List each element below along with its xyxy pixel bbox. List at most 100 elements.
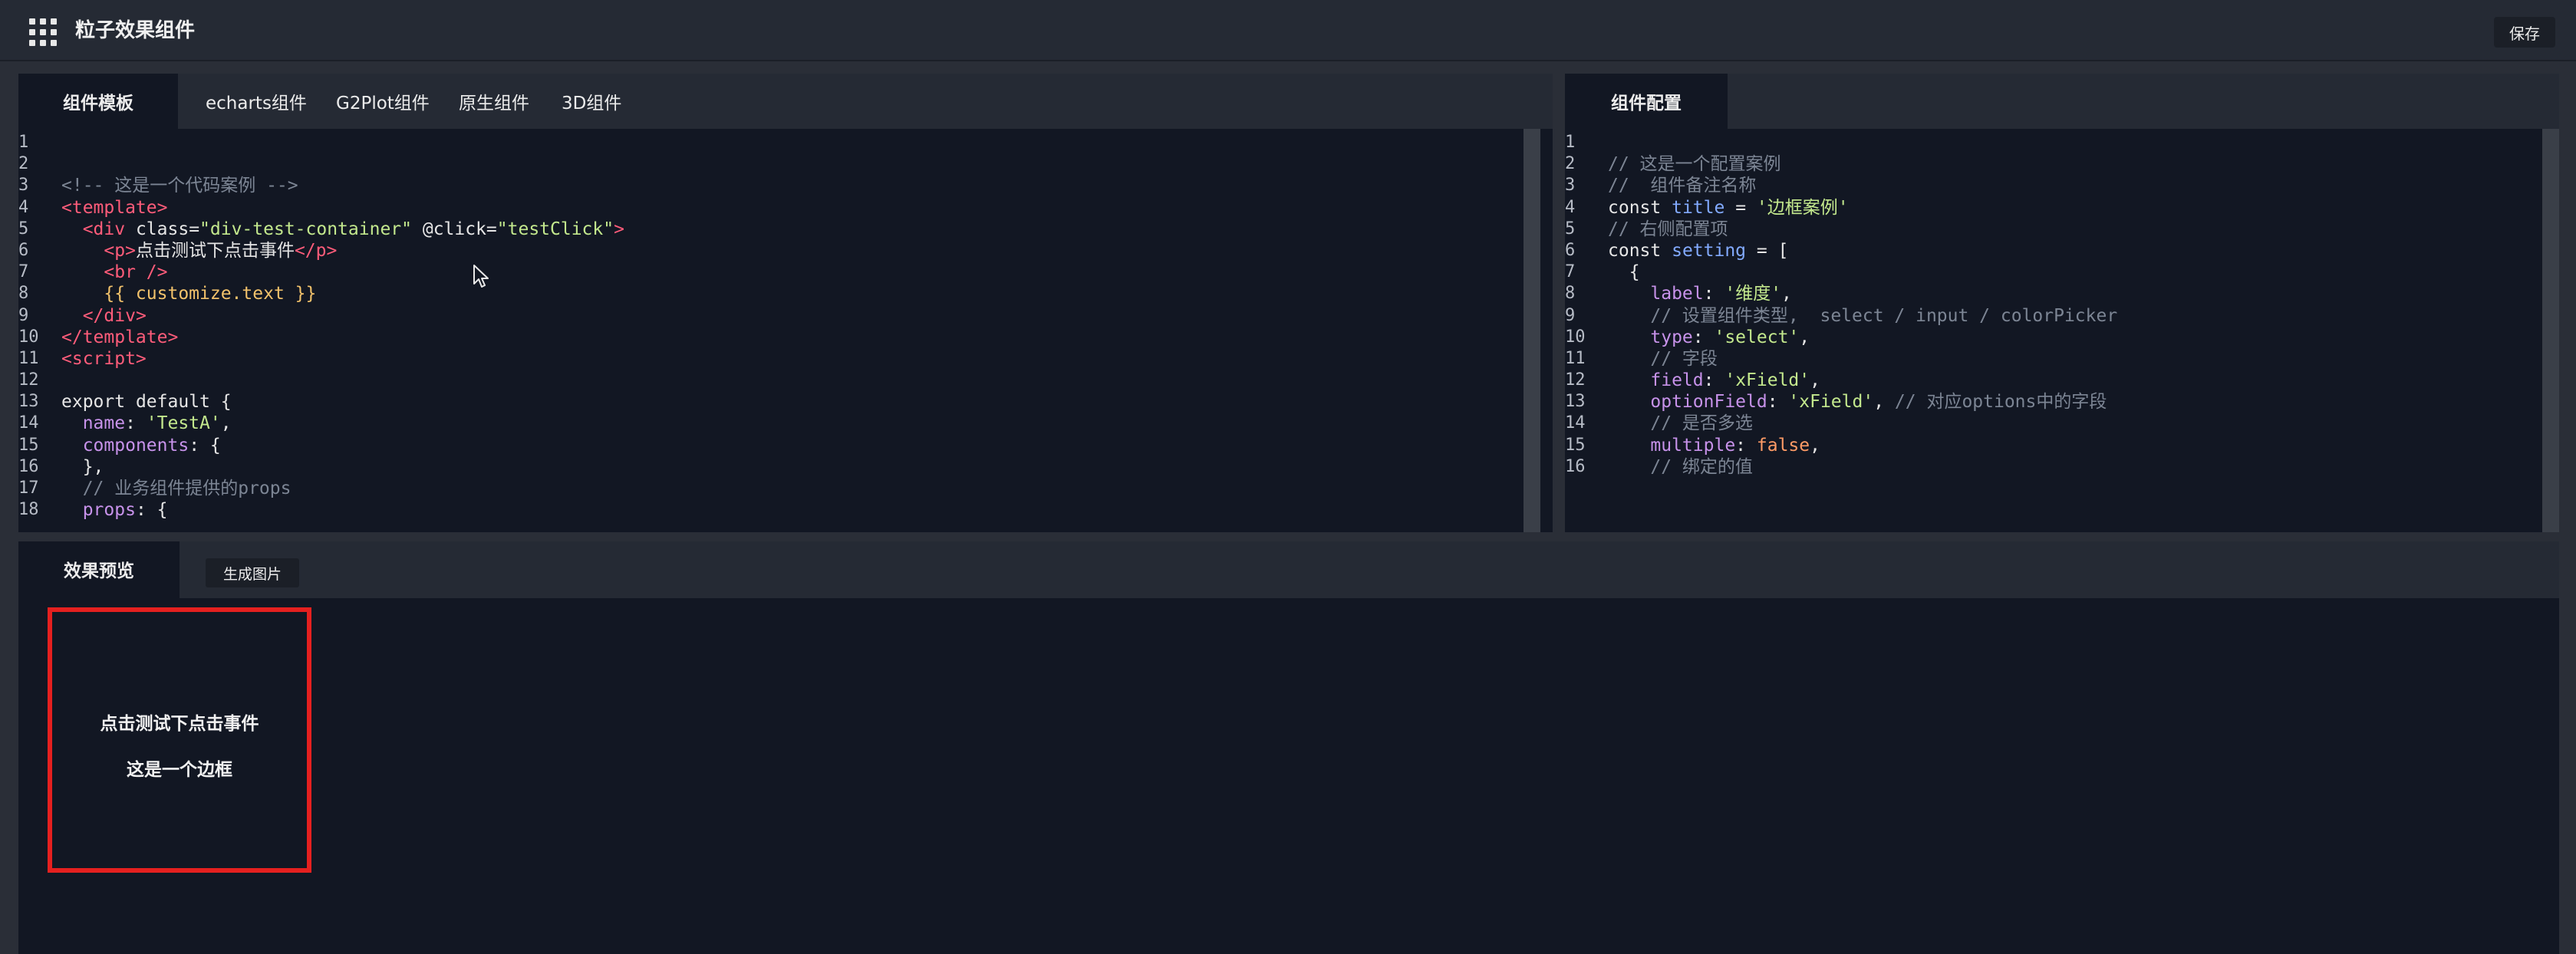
config-code-line[interactable]: 9 // 设置组件类型, select / input / colorPicke… xyxy=(1565,305,2528,327)
template-line-text: <br /> xyxy=(104,262,168,283)
template-editor-scrollbar[interactable] xyxy=(1524,129,1540,532)
config-editor-panel: 组件配置 1 2// 这是一个配置案例 3 // 组件备注名称 4 const title… xyxy=(1565,74,2559,532)
template-code-line[interactable]: 8 {{ customize.text }} xyxy=(18,283,1522,304)
config-line-number: 8 xyxy=(1565,284,1576,304)
config-line-text: field: 'xField', xyxy=(1650,370,1820,391)
config-line-number: 1 xyxy=(1565,133,1576,152)
config-code-line[interactable]: 2 // 这是一个配置案例 xyxy=(1565,153,2528,175)
config-line-text: // 组件备注名称 xyxy=(1608,176,1757,196)
template-code-line[interactable]: 14 name: 'TestA', xyxy=(18,413,1522,434)
mouse-cursor-icon xyxy=(473,265,489,288)
config-code-line[interactable]: 7 { xyxy=(1565,262,2528,283)
template-code-line[interactable]: 11 <script> xyxy=(18,348,1522,370)
tab-component-config[interactable]: 组件配置 xyxy=(1565,74,1728,129)
config-code-line[interactable]: 15 multiple: false, xyxy=(1565,435,2528,456)
config-code-line[interactable]: 12 field: 'xField', xyxy=(1565,370,2528,391)
preview-tabbar: 效果预览 xyxy=(18,541,2559,598)
config-code-line[interactable]: 5 // 右侧配置项 xyxy=(1565,219,2528,240)
config-tabbar: 组件配置 xyxy=(1565,74,2559,129)
template-line-number: 17 xyxy=(18,479,39,498)
config-line-number: 9 xyxy=(1565,305,1576,325)
config-code-line[interactable]: 8 label: '维度', xyxy=(1565,283,2528,304)
template-line-number: 6 xyxy=(18,240,29,260)
config-line-number: 13 xyxy=(1565,392,1586,412)
template-line-number: 8 xyxy=(18,284,29,304)
config-line-text: { xyxy=(1608,262,1640,283)
template-code-line[interactable]: 18 props: { xyxy=(18,499,1522,521)
template-code-line[interactable]: 10 </template> xyxy=(18,327,1522,348)
page-title: 粒子效果组件 xyxy=(75,19,196,42)
template-code-line[interactable]: 4 <template> xyxy=(18,197,1522,219)
template-code-line[interactable]: 5 <div class="div-test-container" @click… xyxy=(18,219,1522,240)
config-code-line[interactable]: 6 const setting = [ xyxy=(1565,240,2528,262)
config-code-line[interactable]: 10 type: 'select', xyxy=(1565,327,2528,348)
template-code-line[interactable]: 2 xyxy=(18,153,1522,175)
config-line-text: multiple: false, xyxy=(1650,435,1820,456)
template-line-text: </template> xyxy=(61,327,179,347)
config-code-line[interactable]: 3 // 组件备注名称 xyxy=(1565,175,2528,196)
config-line-text: // 字段 xyxy=(1650,348,1718,369)
config-line-number: 5 xyxy=(1565,219,1576,238)
tab-g2plot[interactable]: G2Plot组件 xyxy=(336,74,430,129)
config-code-line[interactable]: 1 xyxy=(1565,132,2528,153)
tab-native[interactable]: 原生组件 xyxy=(459,74,529,129)
config-line-number: 6 xyxy=(1565,240,1576,260)
template-code-line[interactable]: 17 // 业务组件提供的props xyxy=(18,478,1522,499)
config-code-line[interactable]: 11 // 字段 xyxy=(1565,348,2528,370)
config-line-text: // 绑定的值 xyxy=(1650,456,1753,477)
template-code-line[interactable]: 1 xyxy=(18,132,1522,153)
config-line-number: 2 xyxy=(1565,154,1576,174)
template-line-text: }, xyxy=(61,456,104,477)
template-line-text: props: { xyxy=(82,500,168,521)
tab-echarts[interactable]: echarts组件 xyxy=(206,74,307,129)
config-code-line[interactable]: 14 // 是否多选 xyxy=(1565,413,2528,434)
template-code-line[interactable]: 6 <p>点击测试下点击事件</p> xyxy=(18,240,1522,262)
config-line-text: label: '维度', xyxy=(1650,284,1792,304)
config-line-number: 4 xyxy=(1565,197,1576,217)
preview-border-box[interactable]: 点击测试下点击事件 这是一个边框 xyxy=(48,607,311,873)
template-line-text: <!-- 这是一个代码案例 --> xyxy=(61,176,298,196)
template-code-line[interactable]: 15 components: { xyxy=(18,435,1522,456)
config-line-number: 10 xyxy=(1565,327,1586,347)
config-line-text: optionField: 'xField', // 对应options中的字段 xyxy=(1650,392,2107,413)
template-line-number: 16 xyxy=(18,456,39,476)
config-line-number: 16 xyxy=(1565,456,1586,476)
config-line-number: 11 xyxy=(1565,348,1586,368)
template-code-line[interactable]: 13 export default { xyxy=(18,391,1522,413)
template-code-line[interactable]: 3 <!-- 这是一个代码案例 --> xyxy=(18,175,1522,196)
config-line-number: 7 xyxy=(1565,262,1576,282)
template-code-editor[interactable]: 1 2 3 <!-- 这是一个代码案例 --> 4 <template> 5 <div cl… xyxy=(18,129,1553,532)
tab-component-template[interactable]: 组件模板 xyxy=(18,74,178,129)
template-line-text: <template> xyxy=(61,197,168,218)
template-line-number: 2 xyxy=(18,154,29,174)
config-code-line[interactable]: 13 optionField: 'xField', // 对应options中的… xyxy=(1565,391,2528,413)
config-line-text: const setting = [ xyxy=(1608,240,1789,261)
preview-panel: 效果预览 xyxy=(18,541,2559,954)
preview-border-text: 这是一个边框 xyxy=(127,760,232,780)
tab-effect-preview[interactable]: 效果预览 xyxy=(18,541,180,598)
template-line-number: 15 xyxy=(18,435,39,455)
config-code-line[interactable]: 4 const title = '边框案例' xyxy=(1565,197,2528,219)
template-code-line[interactable]: 12 xyxy=(18,370,1522,391)
preview-click-text: 点击测试下点击事件 xyxy=(100,714,259,734)
template-code-line[interactable]: 7 <br /> xyxy=(18,262,1522,283)
config-code-editor[interactable]: 1 2// 这是一个配置案例 3 // 组件备注名称 4 const title = '边… xyxy=(1565,129,2559,532)
template-line-number: 3 xyxy=(18,176,29,196)
template-line-text: name: 'TestA', xyxy=(82,413,232,434)
save-button[interactable]: 保存 xyxy=(2494,17,2555,48)
config-editor-scrollbar[interactable] xyxy=(2542,129,2559,532)
template-line-number: 18 xyxy=(18,500,39,520)
template-code-line[interactable]: 9 </div> xyxy=(18,305,1522,327)
app-header: 粒子效果组件 保存 xyxy=(0,0,2576,61)
template-line-text: <script> xyxy=(61,348,147,369)
config-line-text: type: 'select', xyxy=(1650,327,1810,347)
config-code-line[interactable]: 16 // 绑定的值 xyxy=(1565,456,2528,478)
template-code-line[interactable]: 16 }, xyxy=(18,456,1522,478)
template-line-number: 4 xyxy=(18,197,29,217)
config-line-number: 3 xyxy=(1565,176,1576,196)
template-line-number: 12 xyxy=(18,370,39,390)
tab-3d[interactable]: 3D组件 xyxy=(562,74,621,129)
template-line-text: </div> xyxy=(82,305,147,326)
generate-image-button[interactable]: 生成图片 xyxy=(206,558,299,587)
apps-grid-icon[interactable] xyxy=(29,18,57,46)
